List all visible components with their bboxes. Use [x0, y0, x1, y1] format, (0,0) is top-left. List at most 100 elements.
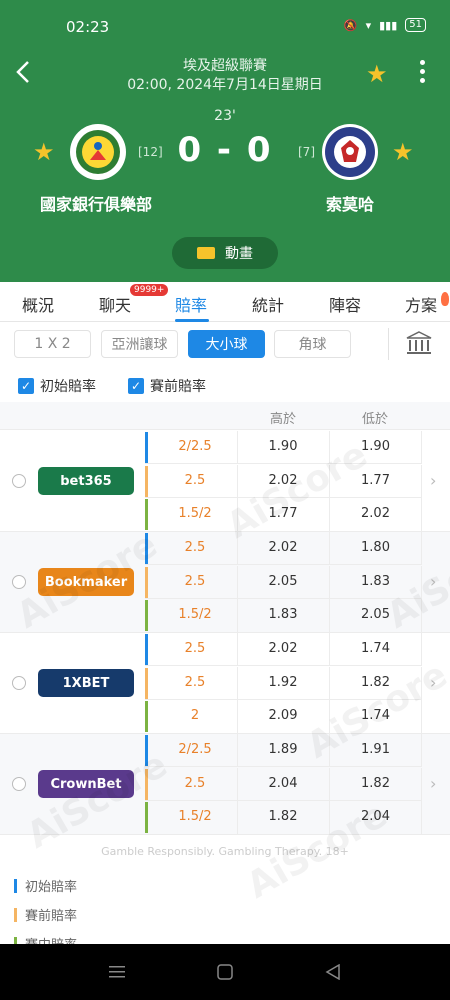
odds-line: 1.5/2 [178, 607, 212, 622]
away-favorite-star-icon[interactable]: ★ [392, 138, 414, 166]
match-header: 02:23 🔕 ▾ ▮▮▮ 51 埃及超級聯賽 02:00, 2024年7月14… [0, 0, 450, 282]
bookmaker-settings-icon[interactable] [406, 330, 432, 356]
legend-item: 賽前賠率 [14, 905, 77, 924]
match-minute: 23' [214, 108, 236, 124]
odds-line: 2.5 [184, 674, 206, 690]
odds-row[interactable]: 2.5 2.02 1.74 [145, 633, 422, 666]
tab-lineups[interactable]: 陣容 [329, 292, 361, 316]
subtab-over-under[interactable]: 大小球 [188, 330, 265, 358]
pre-match-odds-label: 賽前賠率 [150, 379, 206, 395]
odds-row[interactable]: 2.5 2.05 1.83 [145, 565, 422, 599]
mute-icon: 🔕 [343, 18, 358, 32]
tab-stats[interactable]: 統計 [252, 292, 284, 316]
under-odds: 1.80 [361, 540, 390, 555]
odds-line: 2/2.5 [178, 439, 212, 454]
odds-line: 2.5 [184, 472, 206, 488]
subtab-corners[interactable]: 角球 [274, 330, 351, 358]
odds-line: 1.5/2 [178, 809, 212, 824]
tab-overview[interactable]: 概況 [22, 292, 54, 316]
wifi-icon: ▾ [365, 18, 372, 32]
tab-chat[interactable]: 聊天 [99, 292, 131, 316]
home-team-rank: [12] [138, 145, 163, 159]
away-team-name[interactable]: 索莫哈 [326, 191, 374, 215]
legend-color-bar [14, 907, 17, 922]
odds-filters: ✓ 初始賠率 ✓ 賽前賠率 [0, 366, 450, 402]
over-odds: 2.05 [268, 573, 298, 589]
home-team-name[interactable]: 國家銀行俱樂部 [40, 191, 152, 215]
bookmaker-radio[interactable] [12, 474, 26, 488]
over-odds: 1.82 [268, 809, 298, 824]
menu-icon[interactable] [109, 964, 125, 980]
legend-color-bar [14, 878, 17, 893]
over-odds: 2.02 [268, 641, 298, 656]
odds-type-bar [145, 465, 148, 497]
bookmaker-logo: 1XBET [38, 669, 134, 697]
odds-type-bar [145, 634, 148, 665]
favorite-star-icon[interactable]: ★ [366, 60, 388, 88]
odds-type-bar [145, 667, 148, 699]
odds-type-bar [145, 802, 148, 833]
checkmark-icon: ✓ [18, 378, 34, 394]
status-time: 02:23 [66, 18, 110, 36]
odds-row[interactable]: 2/2.5 1.90 1.90 [145, 431, 422, 464]
home-team-logo[interactable] [70, 124, 126, 180]
over-odds: 2.04 [268, 775, 298, 791]
divider [388, 328, 389, 360]
over-odds: 1.90 [268, 439, 298, 454]
under-odds: 1.82 [361, 775, 390, 791]
odds-line: 2.5 [184, 540, 206, 555]
chevron-right-icon[interactable]: › [430, 774, 436, 793]
home-favorite-star-icon[interactable]: ★ [33, 138, 55, 166]
animation-button[interactable]: 動畫 [172, 237, 278, 269]
responsible-gambling-note: Gamble Responsibly. Gambling Therapy. 18… [101, 845, 349, 858]
over-odds: 2.09 [268, 708, 298, 723]
odds-row[interactable]: 2.5 2.02 1.80 [145, 532, 422, 565]
legend-label: 初始賠率 [25, 880, 78, 895]
bookmaker-radio[interactable] [12, 676, 26, 690]
subtab-1x2[interactable]: 1 X 2 [14, 330, 91, 358]
over-column-header: 高於 [270, 412, 297, 427]
odds-row[interactable]: 1.5/2 1.83 2.05 [145, 599, 422, 632]
away-team-logo[interactable] [322, 124, 378, 180]
chevron-right-icon[interactable]: › [430, 471, 436, 490]
initial-odds-label: 初始賠率 [40, 379, 96, 395]
system-nav-bar [0, 944, 450, 1000]
fire-icon [441, 292, 449, 306]
over-odds: 1.83 [268, 607, 298, 622]
legend-item: 初始賠率 [14, 876, 77, 895]
bookmaker-logo: bet365 [38, 467, 134, 495]
odds-type-bar [145, 499, 148, 530]
initial-odds-checkbox[interactable]: ✓ 初始賠率 [18, 376, 96, 396]
checkmark-icon: ✓ [128, 378, 144, 394]
odds-type-bar [145, 701, 148, 732]
over-odds: 1.92 [268, 674, 298, 690]
signal-icon: ▮▮▮ [379, 18, 398, 32]
battery-icon: 51 [405, 18, 426, 32]
tab-tips[interactable]: 方案 [405, 292, 437, 316]
pre-match-odds-checkbox[interactable]: ✓ 賽前賠率 [128, 376, 206, 396]
odds-type-tabs: 1 X 2 亞洲讓球 大小球 角球 [0, 322, 450, 366]
bookmaker-radio[interactable] [12, 575, 26, 589]
away-team-rank: [7] [298, 145, 315, 159]
legend-label: 賽前賠率 [25, 909, 78, 924]
system-icons: 🔕 ▾ ▮▮▮ 51 [344, 18, 426, 32]
odds-line: 2 [190, 708, 200, 723]
under-odds: 1.74 [361, 641, 390, 656]
back-icon[interactable] [325, 964, 341, 980]
home-icon[interactable] [217, 964, 233, 980]
odds-type-bar [145, 600, 148, 631]
odds-table-header: 高於 低於 [0, 402, 450, 430]
odds-line: 2.5 [184, 641, 206, 656]
odds-row[interactable]: 2.5 2.04 1.82 [145, 767, 422, 801]
subtab-asian-handicap[interactable]: 亞洲讓球 [101, 330, 178, 358]
odds-row[interactable]: 2/2.5 1.89 1.91 [145, 734, 422, 767]
main-tabs: 概況 聊天 賠率 統計 陣容 方案 [0, 282, 450, 322]
match-score: 0 - 0 [177, 130, 273, 170]
tab-odds[interactable]: 賠率 [175, 292, 207, 316]
bookmaker-radio[interactable] [12, 777, 26, 791]
more-menu-icon[interactable] [417, 60, 427, 86]
over-odds: 2.02 [268, 540, 298, 555]
pitch-icon [197, 247, 215, 259]
under-odds: 2.02 [361, 506, 390, 521]
chat-count-badge: 9999+ [130, 284, 169, 296]
